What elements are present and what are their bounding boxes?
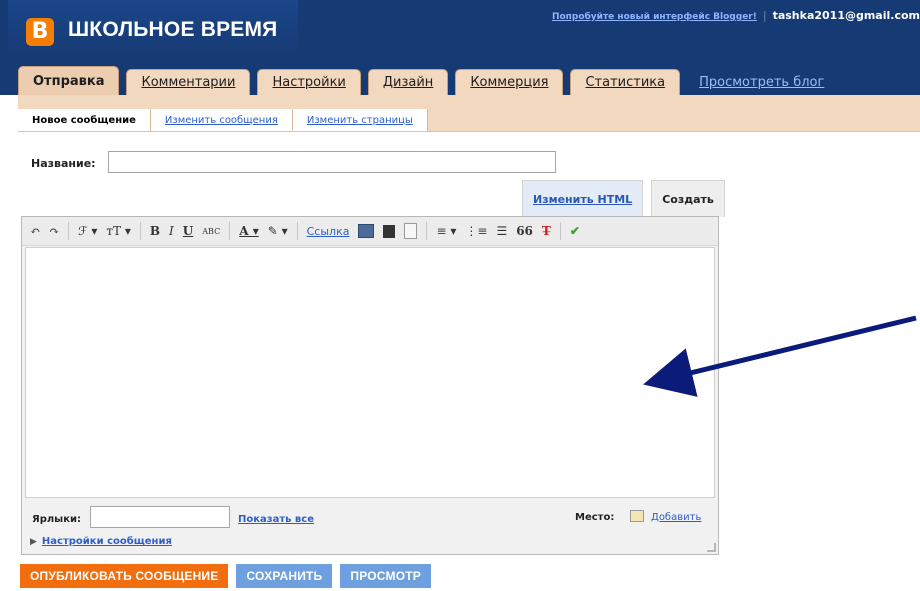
annotation-arrow-icon [643, 315, 917, 397]
